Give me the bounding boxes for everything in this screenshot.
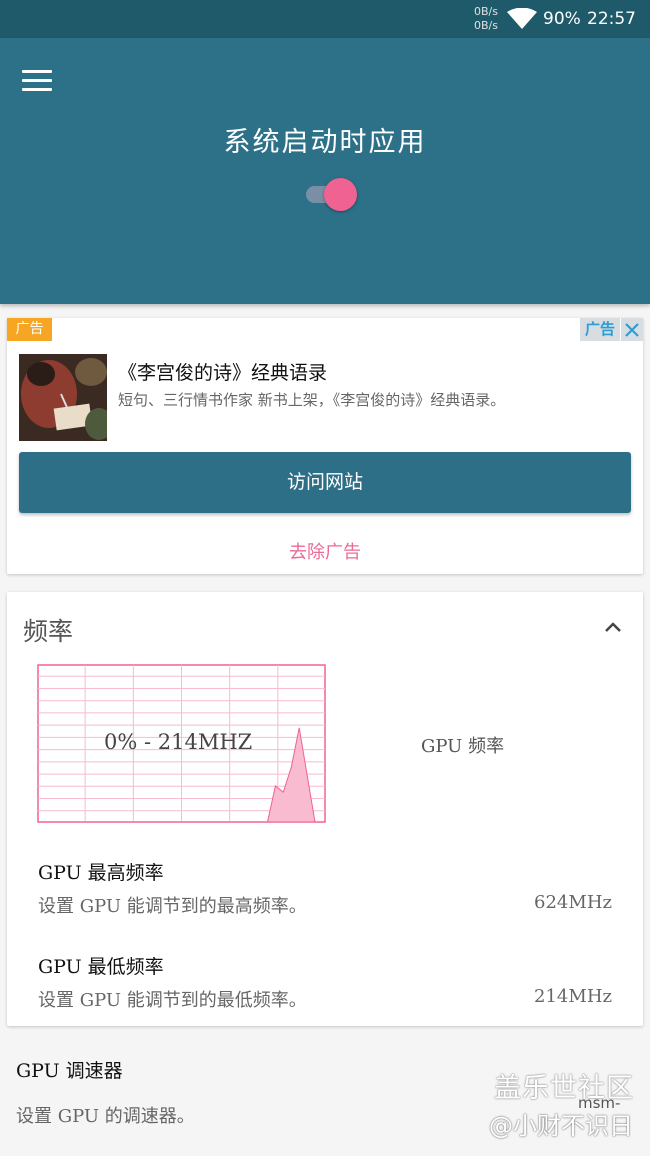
battery-level: 90% xyxy=(543,9,581,29)
toggle-thumb xyxy=(324,178,357,211)
app-header: 系统启动时应用 xyxy=(0,38,650,304)
gpu-frequency-label: GPU 频率 xyxy=(421,736,505,757)
wifi-icon xyxy=(507,8,537,29)
frequency-section-title: 频率 xyxy=(23,617,74,646)
gpu-min-frequency-value: 214MHz xyxy=(534,986,612,1007)
hamburger-menu-icon[interactable] xyxy=(22,70,54,94)
net-down-speed: 0B/s xyxy=(474,19,498,32)
net-up-speed: 0B/s xyxy=(474,5,498,18)
remove-ad-link[interactable]: 去除广告 xyxy=(7,538,643,564)
boot-apply-title: 系统启动时应用 xyxy=(223,127,427,158)
gpu-min-frequency-summary: 设置 GPU 能调节到的最低频率。 xyxy=(38,990,307,1011)
visit-website-button[interactable]: 访问网站 xyxy=(19,452,631,513)
gpu-max-frequency-value: 624MHz xyxy=(534,892,612,913)
ad-description: 短句、三行情书作家 新书上架，《李宫俊的诗》经典语录。 xyxy=(118,391,506,409)
chevron-up-icon[interactable] xyxy=(601,616,625,640)
gpu-governor-summary: 设置 GPU 的调速器。 xyxy=(16,1106,195,1127)
network-speed: 0B/s 0B/s xyxy=(474,5,498,33)
forum-watermark: 盖乐世社区 msm- @小财不识日 xyxy=(486,1066,646,1150)
ad-title[interactable]: 《李宫俊的诗》经典语录 xyxy=(118,358,327,385)
boot-apply-toggle[interactable] xyxy=(304,178,360,211)
gpu-min-frequency-title: GPU 最低频率 xyxy=(38,956,164,978)
gpu-max-frequency-summary: 设置 GPU 能调节到的最高频率。 xyxy=(38,896,307,917)
ad-card: 广告 广告 《李宫俊的诗》经典语录 短句、三行情书作家 新书上架，《李宫俊的诗》… xyxy=(7,318,643,574)
watermark-username: @小财不识日 xyxy=(489,1112,633,1140)
close-icon[interactable] xyxy=(621,318,643,341)
clock: 22:57 xyxy=(587,9,636,29)
gpu-governor-title: GPU 调速器 xyxy=(16,1060,123,1082)
frequency-card: 频率 0% - 214MHZ GPU 频率 GPU 最高频率 设置 GPU 能调… xyxy=(7,592,643,1026)
gpu-load-frequency-readout: 0% - 214MHZ xyxy=(104,730,253,754)
ad-badge: 广告 xyxy=(7,318,52,341)
status-bar: 0B/s 0B/s 90% 22:57 xyxy=(0,0,650,38)
ad-badge-right: 广告 xyxy=(580,318,620,341)
gpu-max-frequency-title: GPU 最高频率 xyxy=(38,862,164,884)
ad-thumbnail-image[interactable] xyxy=(19,354,107,441)
